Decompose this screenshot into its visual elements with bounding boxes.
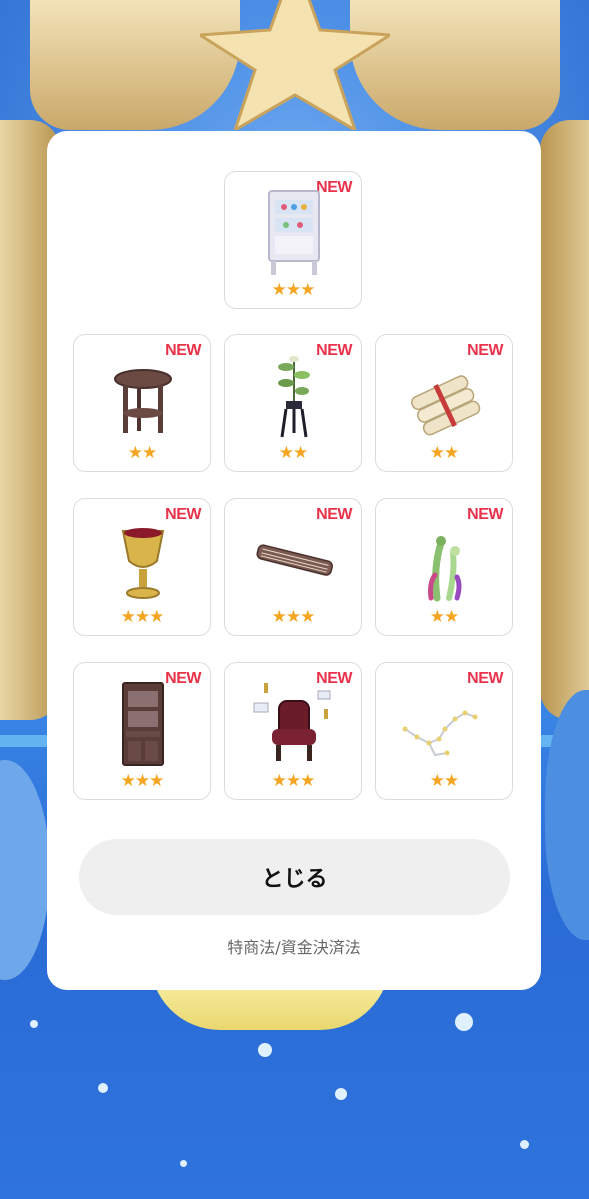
plant-stand-icon [278,356,310,438]
rarity-stars: ★★★ [271,771,316,791]
reward-item-rolled-scrolls[interactable]: NEW ★★ [375,334,513,472]
close-button[interactable]: とじる [79,839,510,915]
bookshelf-icon [122,682,164,766]
reward-item-round-side-table[interactable]: NEW ★★ [73,334,211,472]
armchair-icon [253,683,331,761]
rarity-stars: ★★ [278,443,308,463]
sparkle-dot [520,1140,529,1149]
rarity-stars: ★★ [429,771,459,791]
rarity-stars: ★★★ [120,771,165,791]
goblet-icon [121,528,165,599]
glass-cabinet-icon [268,190,320,275]
koto-icon [256,544,333,576]
sparkle-dot [30,1020,38,1028]
rarity-stars: ★★ [127,443,157,463]
gold-pillar-right [540,120,589,720]
reward-item-wooden-bookshelf[interactable]: NEW ★★★ [73,662,211,800]
sparkle-dot [98,1083,108,1093]
side-table-icon [114,369,172,433]
reward-item-potted-plant-stand[interactable]: NEW ★★ [224,334,362,472]
reward-item-constellation-lights[interactable]: NEW ★★ [375,662,513,800]
reward-item-koto-harp[interactable]: NEW ★★★ [224,498,362,636]
rarity-stars: ★★★ [120,607,165,627]
rarity-stars: ★★ [429,443,459,463]
reward-item-velvet-armchair[interactable]: NEW ★★★ [224,662,362,800]
constellation-icon [402,710,478,757]
rarity-stars: ★★★ [271,607,316,627]
rarity-stars: ★★ [429,607,459,627]
coral-icon [428,536,462,602]
sparkle-dot [455,1013,473,1031]
scrolls-icon [411,375,481,436]
reward-modal: NEW ★★★ NEW ★★ NEW ★★ NEW ★★ NEW ★★★ NEW… [47,131,541,990]
reward-item-golden-goblet[interactable]: NEW ★★★ [73,498,211,636]
sparkle-dot [335,1088,347,1100]
sparkle-dot [180,1160,187,1167]
reward-item-glass-cabinet[interactable]: NEW ★★★ [224,171,362,309]
rarity-stars: ★★★ [271,280,316,300]
legal-notice-link[interactable]: 特商法/資金決済法 [47,934,541,958]
sparkle-dot [258,1043,272,1057]
star-ornament-icon [200,0,390,130]
reward-item-coral-seaweed[interactable]: NEW ★★ [375,498,513,636]
